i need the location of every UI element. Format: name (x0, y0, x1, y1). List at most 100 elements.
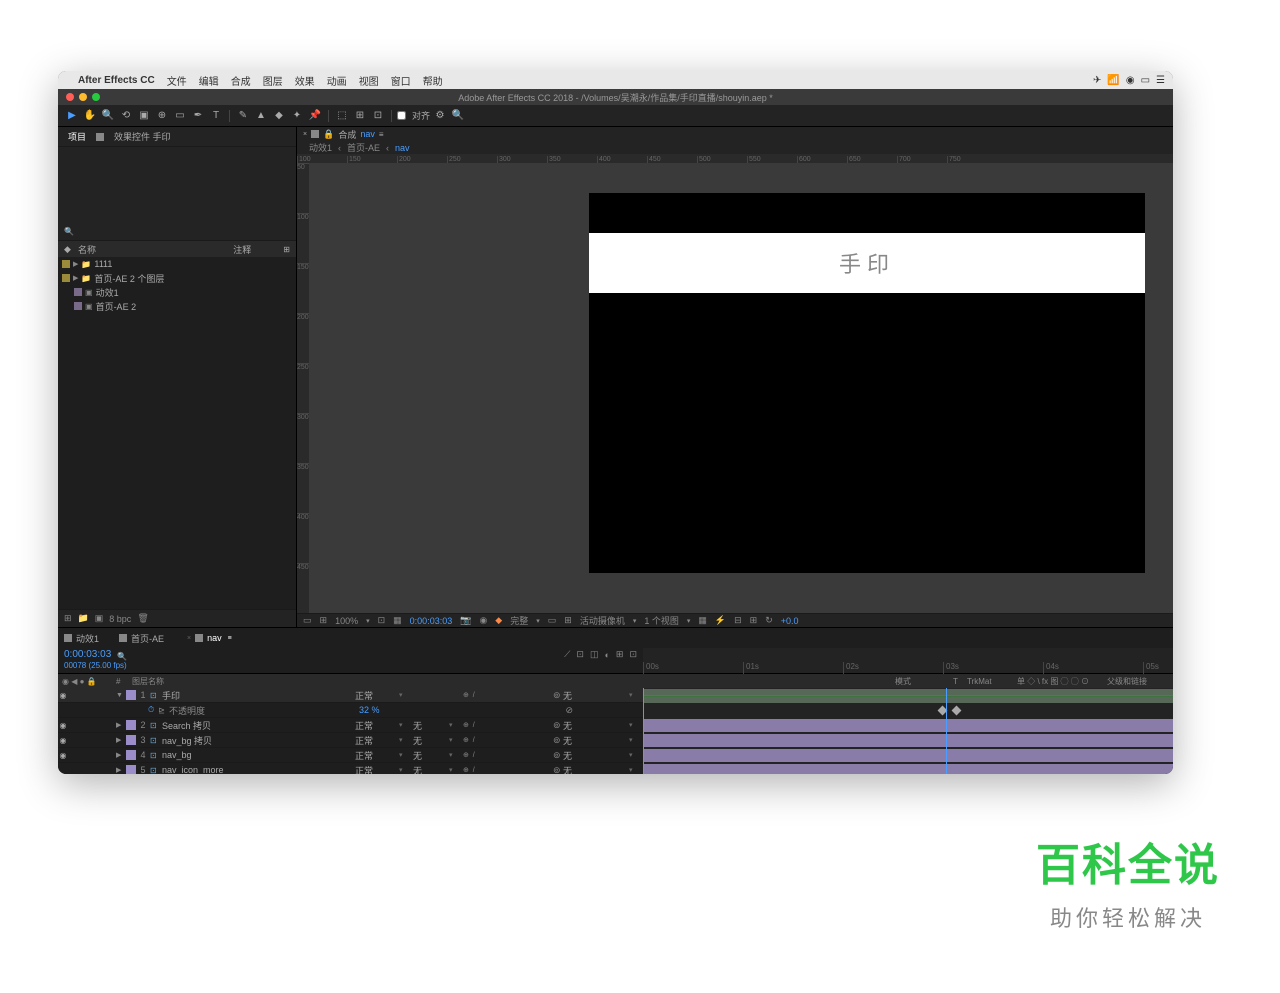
puppet-tool[interactable]: 📌 (307, 108, 323, 124)
tab-effect-controls[interactable]: 效果控件 手印 (110, 128, 175, 145)
layer-bar[interactable] (643, 764, 1173, 774)
crumb[interactable]: 首页-AE (347, 141, 380, 154)
panel-menu-icon[interactable]: ≡ (379, 130, 384, 139)
search-help-icon[interactable]: 🔍 (450, 108, 466, 124)
col-trkmat[interactable]: TrkMat (967, 677, 1017, 686)
cc-icon[interactable]: ◉ (1126, 75, 1135, 86)
twirl-icon[interactable]: ▶ (116, 721, 126, 729)
twirl-icon[interactable]: ▶ (116, 736, 126, 744)
roto-tool[interactable]: ✦ (289, 108, 305, 124)
motion-blur-icon[interactable]: ◐ (604, 650, 609, 660)
tab-project[interactable]: 项目 (64, 128, 90, 145)
orbit-tool[interactable]: ⟲ (118, 108, 134, 124)
project-item[interactable]: ▣动效1 (58, 285, 296, 299)
draft3d-icon[interactable]: ⊡ (576, 649, 584, 660)
timecode[interactable]: 0:00:03:03 (64, 649, 111, 660)
name-column[interactable]: 名称 (78, 243, 233, 256)
current-time-indicator[interactable] (946, 688, 947, 774)
work-area-start[interactable] (643, 688, 644, 774)
graph-icon[interactable]: ⊵ (158, 706, 165, 715)
timeline-search-input[interactable] (127, 651, 244, 661)
maximize-button[interactable] (92, 93, 100, 101)
layer-row[interactable]: ◉ ▶ 4⊡ nav_bg 正常▾ 无▾ ⊕ / ⊚无▾ (58, 748, 643, 763)
views-dropdown[interactable]: 1 个视图 (644, 614, 679, 627)
layer-bar[interactable] (643, 695, 1173, 697)
label-color[interactable] (126, 735, 136, 745)
layer-row[interactable]: ◉ ▼ 1 ⊡ 手印 正常▾ ⊕ / ⊚无▾ (58, 688, 643, 703)
label-color[interactable] (126, 750, 136, 760)
color-mgmt-icon[interactable]: ◆ (495, 615, 502, 626)
interpret-icon[interactable]: ⊞ (64, 613, 72, 624)
local-axis-icon[interactable]: ⬚ (334, 108, 350, 124)
project-list[interactable]: ▶📁1111 ▶📁首页-AE 2 个图层 ▣动效1 ▣首页-AE 2 (58, 257, 296, 609)
view-axis-icon[interactable]: ⊡ (370, 108, 386, 124)
telegram-icon[interactable]: ✈ (1093, 75, 1101, 86)
project-search-input[interactable] (78, 227, 290, 237)
close-tab-icon[interactable]: × (303, 131, 307, 138)
time-ruler[interactable]: 00s 01s 02s 03s 04s 05s (643, 648, 1173, 674)
resolution-icon[interactable]: ⊡ (378, 615, 386, 626)
frame-blend-icon[interactable]: ◫ (590, 649, 599, 660)
channel-icon[interactable]: ◉ (479, 615, 487, 626)
layer-row[interactable]: ◉ ▶ 2⊡ Search 拷贝 正常▾ 无▾ ⊕ / ⊚无▾ (58, 718, 643, 733)
brainstorm-icon[interactable]: ⊡ (629, 649, 637, 660)
visibility-toggle[interactable]: ◉ (58, 691, 68, 700)
eraser-tool[interactable]: ◆ (271, 108, 287, 124)
shy-icon[interactable]: ⟋ (564, 649, 570, 660)
brush-tool[interactable]: ✎ (235, 108, 251, 124)
timeline-icon[interactable]: ⊟ (734, 615, 742, 626)
col-switches[interactable]: 单 ◇ \ fx 图 ◯ ◯ ⊙ (1017, 676, 1107, 687)
project-item[interactable]: ▶📁1111 (58, 257, 296, 271)
composition-canvas[interactable]: 手印 (309, 163, 1173, 613)
camera-tool[interactable]: ▣ (136, 108, 152, 124)
screen-icon[interactable]: ▭ (1141, 75, 1150, 86)
minimize-button[interactable] (79, 93, 87, 101)
menu-view[interactable]: 视图 (359, 73, 379, 88)
graph-editor-icon[interactable]: ⊞ (616, 649, 624, 660)
quality-dropdown[interactable]: 完整 (510, 614, 528, 627)
folder-new-icon[interactable]: 📁 (78, 613, 89, 624)
layer-bar[interactable] (643, 734, 1173, 747)
property-row[interactable]: ⏱ ⊵ 不透明度 32 % ⊘ (58, 703, 643, 718)
project-item[interactable]: ▣首页-AE 2 (58, 299, 296, 313)
label-color[interactable] (126, 720, 136, 730)
label-color[interactable] (126, 765, 136, 774)
project-columns-header[interactable]: ◆ 名称 注释 ⊞ (58, 241, 296, 257)
layer-row[interactable]: ◉ ▶ 3⊡ nav_bg 拷贝 正常▾ 无▾ ⊕ / ⊚无▾ (58, 733, 643, 748)
expression-link-icon[interactable]: ⊘ (565, 705, 573, 716)
snap-options-icon[interactable]: ⚙ (432, 108, 448, 124)
menu-effect[interactable]: 效果 (295, 73, 315, 88)
timeline-tab-active[interactable]: ×nav≡ (184, 633, 232, 643)
twirl-icon[interactable]: ▶ (116, 766, 126, 774)
layer-bar[interactable] (643, 719, 1173, 732)
col-mode[interactable]: 模式 (895, 676, 953, 687)
snapshot-icon[interactable]: 📷 (460, 615, 471, 626)
crumb-current[interactable]: nav (395, 143, 410, 153)
menu-animation[interactable]: 动画 (327, 73, 347, 88)
magnification-icon[interactable]: ▭ (303, 615, 312, 626)
timeline-tab[interactable]: 首页-AE (119, 632, 164, 645)
visibility-toggle[interactable]: ◉ (58, 721, 68, 730)
zoom-value[interactable]: 100% (335, 616, 358, 626)
layer-row[interactable]: ▶ 5⊡ nav_icon_more 正常▾ 无▾ ⊕ / ⊚无▾ (58, 763, 643, 774)
world-axis-icon[interactable]: ⊞ (352, 108, 368, 124)
frame-info[interactable]: 00078 (25.00 fps) (58, 661, 643, 670)
twirl-icon[interactable]: ▼ (116, 692, 126, 699)
selection-tool[interactable]: ▶ (64, 108, 80, 124)
col-parent[interactable]: 父级和链接 (1107, 676, 1173, 687)
clone-tool[interactable]: ▲ (253, 108, 269, 124)
layer-bar[interactable] (643, 749, 1173, 762)
menu-file[interactable]: 文件 (167, 73, 187, 88)
hand-tool[interactable]: ✋ (82, 108, 98, 124)
twirl-icon[interactable]: ▶ (116, 751, 126, 759)
project-item[interactable]: ▶📁首页-AE 2 个图层 (58, 271, 296, 285)
menu-icon[interactable]: ☰ (1156, 75, 1165, 86)
col-layer-name[interactable]: 图层名称 (132, 676, 895, 687)
fast-preview-icon[interactable]: ⚡ (715, 615, 726, 626)
pixel-aspect-icon[interactable]: ▦ (698, 615, 707, 626)
opacity-value[interactable]: 32 % (359, 705, 380, 715)
camera-dropdown[interactable]: 活动摄像机 (580, 614, 625, 627)
comp-name[interactable]: nav (360, 129, 375, 139)
zoom-tool[interactable]: 🔍 (100, 108, 116, 124)
lock-icon[interactable]: 🔒 (323, 129, 334, 140)
